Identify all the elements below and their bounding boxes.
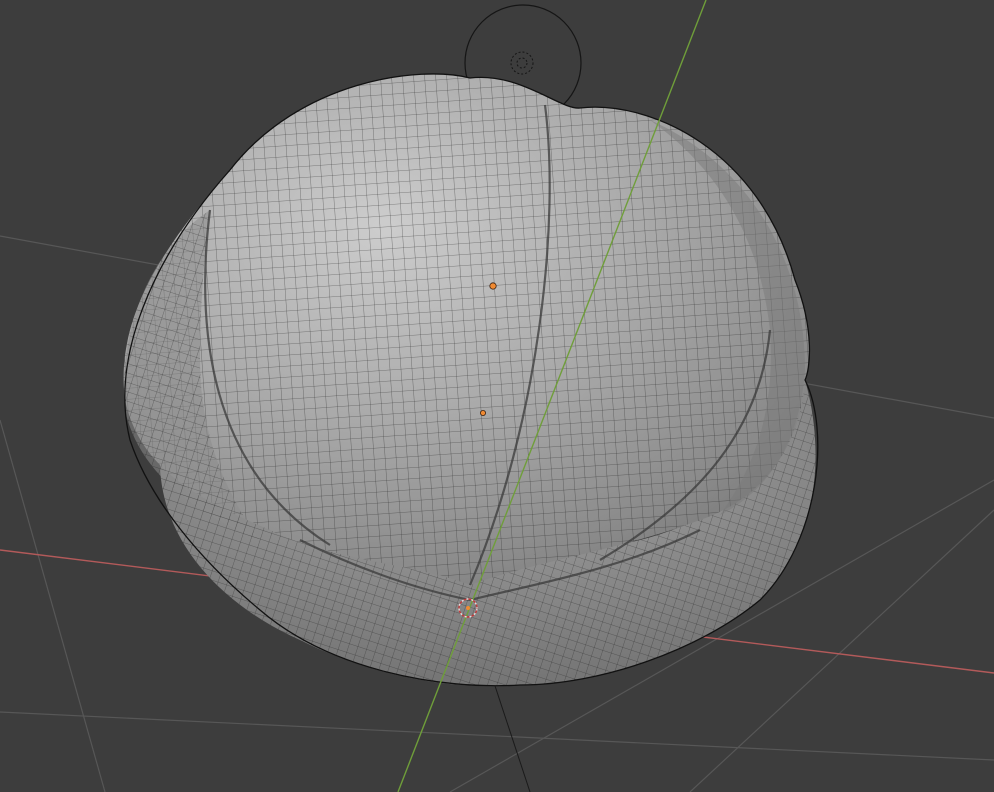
- selected-vertex-upper[interactable]: [489, 282, 497, 290]
- viewport-scene[interactable]: [0, 0, 994, 792]
- pumpkin-mesh[interactable]: [123, 73, 819, 687]
- selected-vertex-lower[interactable]: [479, 409, 486, 416]
- 3d-viewport[interactable]: [0, 0, 994, 792]
